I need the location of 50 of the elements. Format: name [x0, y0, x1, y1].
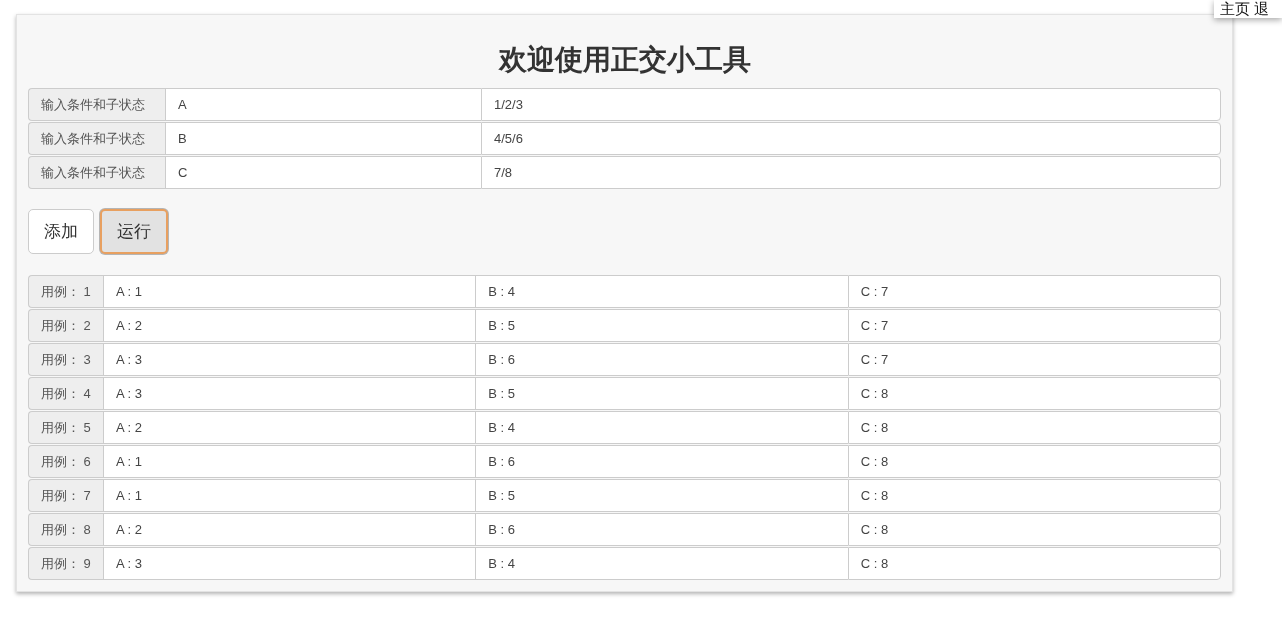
factor-label: 输入条件和子状态 — [28, 122, 165, 155]
result-cell: C : 8 — [847, 377, 1221, 410]
result-cell: B : 4 — [475, 547, 848, 580]
result-cell: B : 5 — [475, 309, 848, 342]
page-title: 欢迎使用正交小工具 — [497, 43, 752, 77]
factor-name-field[interactable]: A — [165, 88, 481, 121]
result-cell: C : 8 — [847, 513, 1221, 546]
factor-label: 输入条件和子状态 — [28, 156, 165, 189]
case-label: 用例： 2 — [28, 309, 103, 342]
result-cell: A : 2 — [103, 513, 476, 546]
action-button[interactable]: 添加 — [28, 209, 94, 254]
factor-states-field[interactable]: 7/8 — [481, 156, 1221, 189]
result-cell: C : 7 — [847, 309, 1221, 342]
factor-states-field[interactable]: 1/2/3 — [481, 88, 1221, 121]
case-label: 用例： 8 — [28, 513, 103, 546]
result-cell: A : 1 — [103, 445, 476, 478]
result-cell: A : 2 — [103, 309, 476, 342]
result-cell: B : 5 — [475, 479, 848, 512]
result-cell: C : 7 — [847, 343, 1221, 376]
case-label: 用例： 9 — [28, 547, 103, 580]
result-cell: B : 6 — [475, 445, 848, 478]
result-cell: C : 8 — [847, 547, 1221, 580]
result-cell: C : 7 — [847, 275, 1221, 308]
result-cell: A : 1 — [103, 479, 476, 512]
case-label: 用例： 1 — [28, 275, 103, 308]
result-cell: B : 6 — [475, 343, 848, 376]
result-cell: B : 4 — [475, 411, 848, 444]
top-link[interactable]: 退 — [1254, 0, 1269, 18]
result-cell: B : 5 — [475, 377, 848, 410]
result-cell: B : 4 — [475, 275, 848, 308]
factor-name-field[interactable]: B — [165, 122, 481, 155]
result-cell: A : 3 — [103, 343, 476, 376]
result-cell: C : 8 — [847, 445, 1221, 478]
result-cell: A : 1 — [103, 275, 476, 308]
result-cell: C : 8 — [847, 479, 1221, 512]
case-label: 用例： 5 — [28, 411, 103, 444]
result-cell: B : 6 — [475, 513, 848, 546]
top-link[interactable]: 主页 — [1220, 0, 1250, 18]
result-cell: C : 8 — [847, 411, 1221, 444]
factor-label: 输入条件和子状态 — [28, 88, 165, 121]
result-cell: A : 2 — [103, 411, 476, 444]
case-label: 用例： 7 — [28, 479, 103, 512]
case-label: 用例： 3 — [28, 343, 103, 376]
case-label: 用例： 6 — [28, 445, 103, 478]
result-cell: A : 3 — [103, 547, 476, 580]
factor-states-field[interactable]: 4/5/6 — [481, 122, 1221, 155]
result-cell: A : 3 — [103, 377, 476, 410]
case-label: 用例： 4 — [28, 377, 103, 410]
factor-name-field[interactable]: C — [165, 156, 481, 189]
action-button[interactable]: 运行 — [100, 209, 168, 254]
